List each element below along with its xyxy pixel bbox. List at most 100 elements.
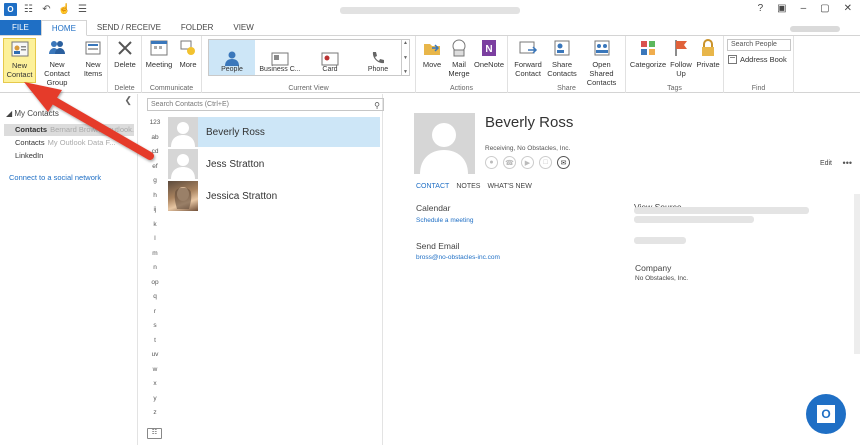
alphabet-index-letter[interactable]: 123 [148,119,162,134]
undo-icon[interactable]: ↶ [40,3,53,16]
contact-row-jess-stratton[interactable]: Jess Stratton [168,149,380,179]
alphabet-index-letter[interactable]: z [148,409,162,424]
gallery-expand-icon[interactable]: ▼ [403,69,408,75]
minimize-button[interactable]: – [801,3,807,14]
open-shared-contacts-button[interactable]: Open Shared Contacts [579,38,624,87]
address-card-icon[interactable]: ☷ [147,428,162,439]
nav-item-linkedin[interactable]: LinkedIn [4,150,134,162]
alphabet-index-letter[interactable]: r [148,308,162,323]
outlook-logo-letter: O [817,405,835,423]
alphabet-index-letter[interactable]: h [148,192,162,207]
alphabet-index-letter[interactable]: w [148,366,162,381]
edit-contact-link[interactable]: Edit [820,160,832,167]
view-source-redacted [634,237,686,244]
restore-button[interactable]: ▢ [820,3,829,14]
alphabet-index-letter[interactable]: op [148,279,162,294]
view-phone[interactable]: Phone [355,40,401,75]
address-book-icon [728,55,737,64]
private-lock-icon [702,39,714,56]
tab-home[interactable]: HOME [40,20,87,36]
contact-subtitle: Receiving, No Obstacles, Inc. [485,145,571,152]
search-people-input[interactable]: Search People [727,39,791,51]
move-button[interactable]: Move [419,38,445,69]
alphabet-index-letter[interactable]: ab [148,134,162,149]
tab-file[interactable]: FILE [0,20,41,36]
tab-contact[interactable]: CONTACT [416,183,449,190]
tab-notes[interactable]: NOTES [456,183,480,190]
collapse-pane-icon[interactable]: ❮ [124,95,132,106]
contact-name: Jess Stratton [206,158,265,170]
connect-social-network-link[interactable]: Connect to a social network [9,173,101,182]
share-contacts-button[interactable]: Share Contacts [546,38,578,78]
gallery-down-icon[interactable]: ▼ [403,55,408,61]
onenote-button[interactable]: N OneNote [472,38,506,69]
ribbon-display-button[interactable]: ▣ [777,3,786,14]
tab-view[interactable]: VIEW [223,20,263,36]
help-button[interactable]: ? [758,3,764,14]
gallery-up-icon[interactable]: ▲ [403,40,408,46]
categorize-button[interactable]: Categorize [629,38,667,69]
search-contacts-input[interactable]: Search Contacts (Ctrl+E) ⚲ [147,98,384,111]
alphabet-index-letter[interactable]: g [148,177,162,192]
send-receive-icon[interactable]: ☷ [22,3,35,16]
alphabet-index-letter[interactable]: uv [148,351,162,366]
email-icon[interactable]: ✉ [557,156,570,169]
phone-icon [372,52,384,64]
more-button[interactable]: More [176,38,200,69]
email-address-link[interactable]: bross@no-obstacles-inc.com [416,254,500,261]
alphabet-index-letter[interactable]: n [148,264,162,279]
alphabet-index-letter[interactable]: s [148,322,162,337]
delete-button[interactable]: Delete [113,38,137,69]
alphabet-index-letter[interactable]: l [148,235,162,250]
people-view-icon [225,51,239,66]
view-people-label: People [221,66,243,73]
alphabet-index-letter[interactable]: ef [148,163,162,178]
private-button[interactable]: Private [695,38,721,69]
categorize-label: Categorize [629,60,667,69]
close-button[interactable]: ✕ [844,3,852,14]
video-icon[interactable]: ▶ [521,156,534,169]
alphabet-index-letter[interactable]: y [148,395,162,410]
alphabet-index-letter[interactable]: k [148,221,162,236]
more-options-icon[interactable]: ••• [843,158,852,168]
call-icon[interactable]: ☎ [503,156,516,169]
group-delete: Delete Delete [108,36,142,93]
nav-item-contacts-datafile[interactable]: Contacts My Outlook Data F... [4,137,134,149]
meeting-button[interactable]: Meeting [145,38,173,69]
customize-toolbar-icon[interactable]: ☰ [76,3,89,16]
alphabet-index-letter[interactable]: cd [148,148,162,163]
mail-merge-button[interactable]: Mail Merge [446,38,472,78]
view-people[interactable]: People [209,40,255,75]
schedule-meeting-link[interactable]: Schedule a meeting [416,217,473,224]
forward-contact-button[interactable]: Forward Contact [511,38,545,78]
view-business-card[interactable]: Business C... [257,40,303,75]
contact-row-beverly-ross[interactable]: Beverly Ross [168,117,380,147]
search-icon[interactable]: ⚲ [374,100,380,111]
new-contact-button[interactable]: New Contact [3,38,36,83]
mail-merge-icon [452,39,466,57]
alphabet-index-letter[interactable]: m [148,250,162,265]
alphabet-index-letter[interactable]: t [148,337,162,352]
alphabet-index-letter[interactable]: ij [148,206,162,221]
alphabet-index-letter[interactable]: q [148,293,162,308]
contact-row-jessica-stratton[interactable]: Jessica Stratton [168,181,380,211]
meeting-icon[interactable]: □ [539,156,552,169]
new-contact-group-button[interactable]: New Contact Group [36,38,78,87]
nav-item-label: LinkedIn [15,151,44,160]
tab-folder[interactable]: FOLDER [171,20,223,36]
touch-mode-icon[interactable]: ☝ [58,3,71,16]
address-book-button[interactable]: Address Book [728,55,787,64]
new-items-button[interactable]: New Items [80,38,106,78]
tab-whats-new[interactable]: WHAT'S NEW [487,183,531,190]
im-icon[interactable]: ● [485,156,498,169]
reading-pane-scrollbar[interactable] [854,194,860,354]
follow-up-button[interactable]: Follow Up [668,38,694,78]
nav-item-contacts-primary[interactable]: Contacts Bernard Brown@outlook... [4,124,134,136]
view-card[interactable]: Card [307,40,353,75]
view-gallery-scroll[interactable]: ▲ ▼ ▼ [401,40,409,75]
tab-send-receive[interactable]: SEND / RECEIVE [87,20,171,36]
contact-full-name: Beverly Ross [485,114,574,131]
alphabet-index-letter[interactable]: x [148,380,162,395]
new-contact-icon [11,41,28,57]
my-contacts-header[interactable]: ◢ My Contacts [6,109,59,118]
